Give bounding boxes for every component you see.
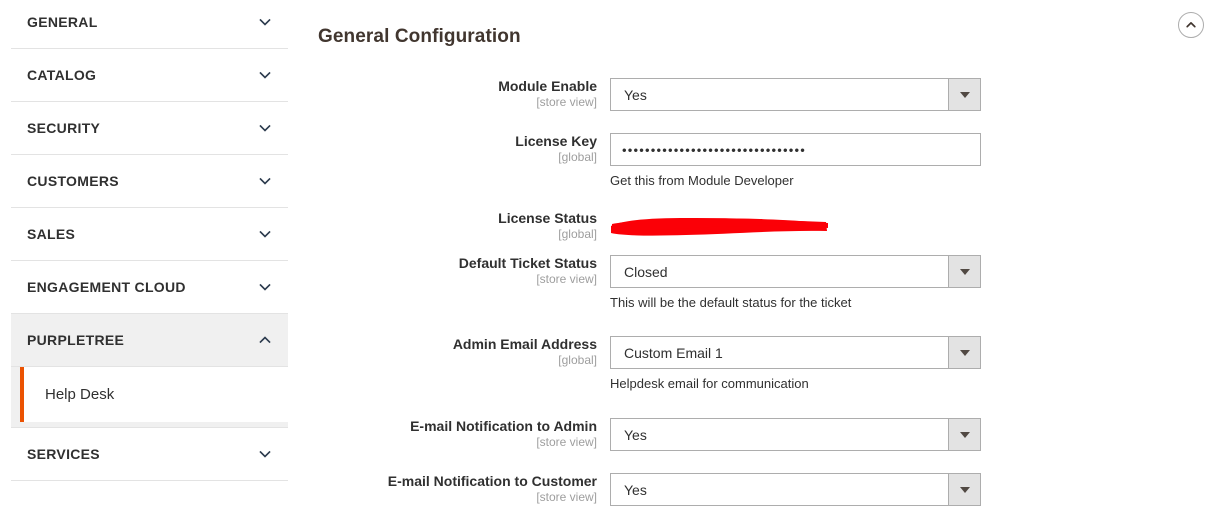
sidebar-item-label: SALES	[27, 226, 76, 242]
sidebar-item-general[interactable]: GENERAL	[11, 0, 288, 49]
chevron-down-icon[interactable]	[948, 419, 980, 450]
field-scope: [store view]	[536, 435, 597, 449]
select-value: Yes	[624, 426, 647, 443]
chevron-down-icon	[258, 227, 272, 241]
sidebar-item-label: GENERAL	[27, 14, 98, 30]
sidebar-item-label: SECURITY	[27, 120, 101, 136]
field-control: Yes	[610, 78, 981, 111]
sidebar-item-label: CATALOG	[27, 67, 97, 83]
sidebar-item-label: CUSTOMERS	[27, 173, 119, 189]
chevron-down-icon[interactable]	[948, 79, 980, 110]
field-control: Yes	[610, 473, 981, 506]
chevron-down-icon	[258, 447, 272, 461]
configuration-panel: General Configuration Module Enable [sto…	[288, 0, 1224, 513]
sidebar-item-engagement-cloud[interactable]: ENGAGEMENT CLOUD	[11, 260, 288, 314]
chevron-up-circle-icon	[1184, 18, 1198, 32]
field-scope: [global]	[558, 353, 597, 367]
module-enable-select[interactable]: Yes	[610, 78, 981, 111]
field-scope: [store view]	[536, 272, 597, 286]
chevron-down-icon	[258, 174, 272, 188]
chevron-up-icon	[258, 333, 272, 347]
field-label: Default Ticket Status	[458, 255, 597, 271]
sidebar-item-label: PURPLETREE	[27, 332, 125, 348]
field-control: Yes	[610, 418, 981, 451]
sidebar-item-purpletree[interactable]: PURPLETREE	[11, 313, 288, 367]
field-label-group: E-mail Notification to Admin [store view…	[288, 418, 597, 450]
active-indicator-bar	[20, 367, 24, 422]
field-label-group: Default Ticket Status [store view]	[288, 255, 597, 287]
field-scope: [store view]	[536, 95, 597, 109]
email-notification-customer-select[interactable]: Yes	[610, 473, 981, 506]
admin-email-address-select[interactable]: Custom Email 1	[610, 336, 981, 369]
config-sidebar: GENERAL CATALOG SECURITY CUSTOMERS SALES	[11, 0, 288, 513]
license-key-input[interactable]: ••••••••••••••••••••••••••••••••	[610, 133, 981, 166]
field-label-group: License Status [global]	[288, 210, 597, 242]
field-label-group: Admin Email Address [global]	[288, 336, 597, 368]
field-control: •••••••••••••••••••••••••••••••• Get thi…	[610, 133, 981, 189]
admin-configuration-screen: GENERAL CATALOG SECURITY CUSTOMERS SALES	[0, 0, 1224, 513]
collapse-section-button[interactable]	[1178, 12, 1204, 38]
field-note: This will be the default status for the …	[610, 295, 852, 310]
sidebar-item-help-desk[interactable]: Help Desk	[20, 367, 288, 422]
chevron-down-icon	[258, 68, 272, 82]
field-label: License Status	[498, 210, 597, 226]
sidebar-item-security[interactable]: SECURITY	[11, 101, 288, 155]
field-label: Admin Email Address	[452, 336, 597, 352]
chevron-down-icon	[258, 280, 272, 294]
field-scope: [global]	[558, 150, 597, 164]
field-label: E-mail Notification to Admin	[410, 418, 597, 434]
sidebar-item-services[interactable]: SERVICES	[11, 427, 288, 481]
masked-value: ••••••••••••••••••••••••••••••••	[622, 142, 807, 157]
select-value: Yes	[624, 481, 647, 498]
field-scope: [store view]	[536, 490, 597, 504]
default-ticket-status-select[interactable]: Closed	[610, 255, 981, 288]
sidebar-subitem-label: Help Desk	[45, 386, 115, 403]
sidebar-item-customers[interactable]: CUSTOMERS	[11, 154, 288, 208]
email-notification-admin-select[interactable]: Yes	[610, 418, 981, 451]
field-label: E-mail Notification to Customer	[387, 473, 597, 489]
field-label-group: License Key [global]	[288, 133, 597, 165]
field-label: License Key	[515, 133, 597, 149]
field-control: Closed This will be the default status f…	[610, 255, 981, 311]
sidebar-item-sales[interactable]: SALES	[11, 207, 288, 261]
field-label: Module Enable	[498, 78, 597, 94]
sidebar-subsection-purpletree: Help Desk	[11, 367, 288, 428]
field-control	[610, 214, 830, 240]
field-note: Get this from Module Developer	[610, 173, 794, 188]
chevron-down-icon	[258, 121, 272, 135]
chevron-down-icon[interactable]	[948, 256, 980, 287]
select-value: Closed	[624, 263, 668, 280]
page-title: General Configuration	[318, 25, 521, 47]
field-scope: [global]	[558, 227, 597, 241]
chevron-down-icon[interactable]	[948, 337, 980, 368]
sidebar-item-label: ENGAGEMENT CLOUD	[27, 279, 186, 295]
sidebar-item-label: SERVICES	[27, 446, 100, 462]
chevron-down-icon[interactable]	[948, 474, 980, 505]
redaction-mark	[610, 214, 830, 240]
select-value: Yes	[624, 86, 647, 103]
select-value: Custom Email 1	[624, 344, 723, 361]
field-control: Custom Email 1 Helpdesk email for commun…	[610, 336, 981, 392]
field-label-group: E-mail Notification to Customer [store v…	[288, 473, 597, 505]
field-note: Helpdesk email for communication	[610, 376, 809, 391]
chevron-down-icon	[258, 15, 272, 29]
field-label-group: Module Enable [store view]	[288, 78, 597, 110]
sidebar-item-catalog[interactable]: CATALOG	[11, 48, 288, 102]
